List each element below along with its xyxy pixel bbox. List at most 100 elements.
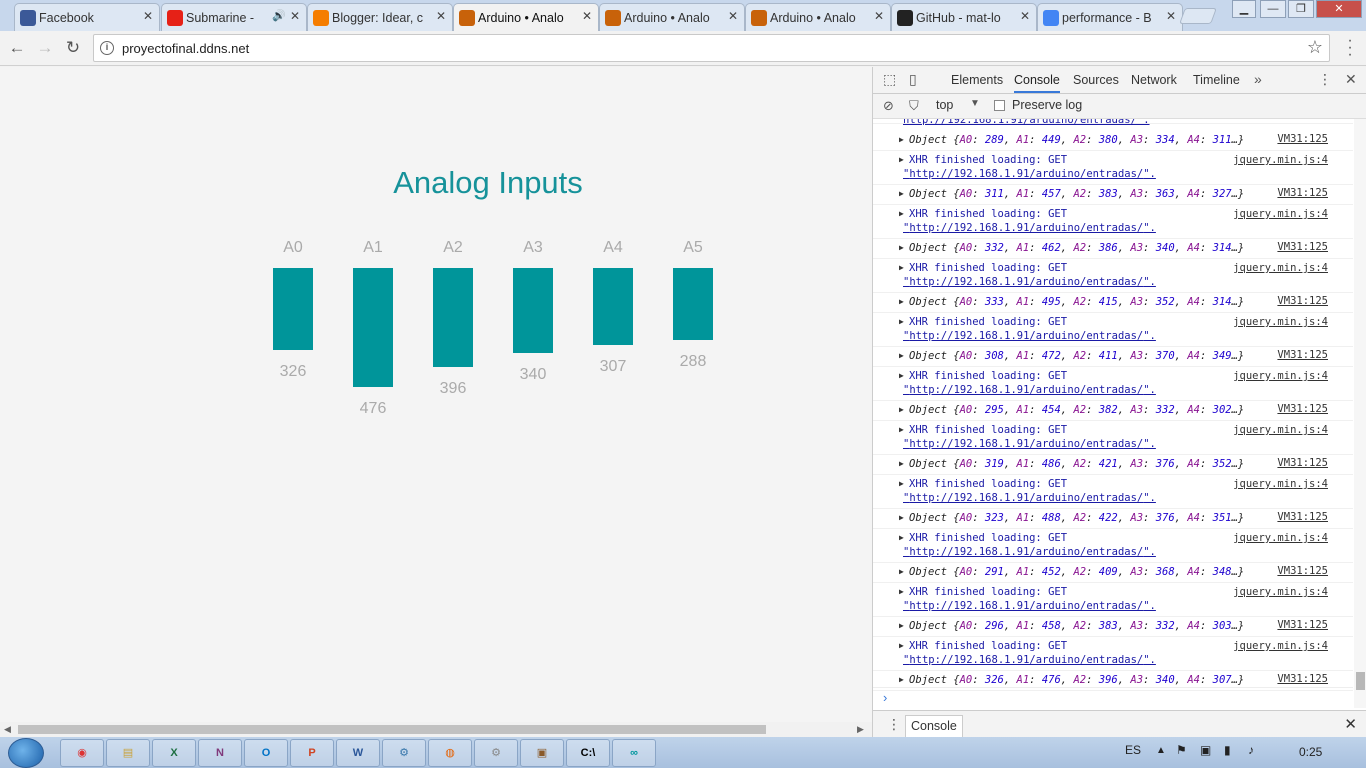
console-prompt[interactable]: › <box>873 687 1353 709</box>
start-button[interactable] <box>8 738 44 768</box>
console-source-link[interactable]: VM31:125 <box>1277 187 1328 199</box>
xhr-url-text[interactable]: http://192.168.1.91/arduino/entradas/ <box>909 330 1143 342</box>
browser-tab[interactable]: Arduino • Analo ✕ <box>453 3 599 31</box>
address-bar[interactable]: i proyectofinal.ddns.net ☆ <box>93 34 1330 62</box>
console-object-row[interactable]: ▶ Object {A0: 291, A1: 452, A2: 409, A3: … <box>873 563 1353 583</box>
xhr-url-text[interactable]: http://192.168.1.91/arduino/entradas/ <box>909 168 1143 180</box>
devtools-tab-elements[interactable]: Elements <box>951 73 1003 87</box>
console-source-link[interactable]: VM31:125 <box>1277 619 1328 631</box>
back-arrow-icon[interactable]: ← <box>6 37 28 59</box>
context-dropdown-icon[interactable]: ▼ <box>970 98 980 109</box>
xhr-url-text[interactable]: http://192.168.1.91/arduino/entradas/ <box>909 222 1143 234</box>
console-object-row[interactable]: ▶ Object {A0: 289, A1: 449, A2: 380, A3: … <box>873 131 1353 151</box>
expand-triangle-icon[interactable]: ▶ <box>899 425 904 434</box>
object-preview[interactable]: Object {A0: 291, A1: 452, A2: 409, A3: 3… <box>909 566 1244 578</box>
user-profile-button[interactable]: — <box>1260 0 1286 18</box>
chrome-icon[interactable]: ◉ <box>60 739 104 767</box>
console-source-link[interactable]: VM31:125 <box>1277 349 1328 361</box>
xhr-url-text[interactable]: http://192.168.1.91/arduino/entradas/ <box>909 438 1143 450</box>
console-source-link[interactable]: jquery.min.js:4 <box>1233 262 1328 274</box>
context-selector[interactable]: top <box>936 98 953 112</box>
expand-triangle-icon[interactable]: ▶ <box>899 405 904 414</box>
console-source-link[interactable]: jquery.min.js:4 <box>1233 586 1328 598</box>
object-preview[interactable]: Object {A0: 333, A1: 495, A2: 415, A3: 3… <box>909 296 1244 308</box>
powerpoint-icon[interactable]: P <box>290 739 334 767</box>
new-tab-button[interactable] <box>1179 8 1217 24</box>
expand-triangle-icon[interactable]: ▶ <box>899 243 904 252</box>
chrome-menu-icon[interactable]: · · · <box>1343 33 1357 63</box>
console-xhr-row[interactable]: ▶ XHR finished loading: GET jquery.min.js:… <box>873 151 1353 185</box>
xhr-url-link[interactable]: "http://192.168.1.91/arduino/entradas/". <box>903 600 1156 612</box>
console-source-link[interactable]: VM31:125 <box>1277 673 1328 685</box>
tab-close-icon[interactable]: ✕ <box>728 9 738 23</box>
xhr-url-link[interactable]: "http://192.168.1.91/arduino/entradas/". <box>903 168 1156 180</box>
horizontal-scrollbar[interactable]: ◀ ▶ <box>0 722 872 737</box>
console-source-link[interactable]: VM31:125 <box>1277 295 1328 307</box>
console-source-link[interactable]: VM31:125 <box>1277 403 1328 415</box>
python-icon[interactable]: ⚙ <box>382 739 426 767</box>
xhr-url-text[interactable]: http://192.168.1.91/arduino/entradas/ <box>909 492 1143 504</box>
console-object-row[interactable]: ▶ Object {A0: 296, A1: 458, A2: 383, A3: … <box>873 617 1353 637</box>
console-xhr-row[interactable]: ▶ XHR finished loading: GET jquery.min.js:… <box>873 637 1353 671</box>
minimize-window-button[interactable]: ▁ <box>1232 0 1256 18</box>
devtools-close-icon[interactable]: ✕ <box>1345 71 1357 88</box>
console-source-link[interactable]: jquery.min.js:4 <box>1233 640 1328 652</box>
outlook-icon[interactable]: O <box>244 739 288 767</box>
browser-tab[interactable]: Arduino • Analo ✕ <box>599 3 745 31</box>
expand-triangle-icon[interactable]: ▶ <box>899 189 904 198</box>
show-hidden-icons-icon[interactable]: ▲ <box>1156 745 1166 756</box>
explorer-icon[interactable]: ▤ <box>106 739 150 767</box>
console-xhr-row[interactable]: ▶ XHR finished loading: GET jquery.min.js:… <box>873 583 1353 617</box>
drawer-tab-console[interactable]: Console <box>905 715 963 737</box>
xhr-url-link[interactable]: "http://192.168.1.91/arduino/entradas/". <box>903 546 1156 558</box>
console-xhr-row[interactable]: ▶ XHR finished loading: GET jquery.min.js:… <box>873 475 1353 509</box>
expand-triangle-icon[interactable]: ▶ <box>899 263 904 272</box>
console-source-link[interactable]: VM31:125 <box>1277 133 1328 145</box>
bookmark-star-icon[interactable]: ☆ <box>1307 37 1323 58</box>
browser-tab[interactable]: Submarine - 🔊 ✕ <box>161 3 307 31</box>
expand-triangle-icon[interactable]: ▶ <box>899 587 904 596</box>
tab-close-icon[interactable]: ✕ <box>582 9 592 23</box>
expand-triangle-icon[interactable]: ▶ <box>899 675 904 684</box>
tab-close-icon[interactable]: ✕ <box>436 9 446 23</box>
xhr-url-link[interactable]: "http://192.168.1.91/arduino/entradas/". <box>903 276 1156 288</box>
word-icon[interactable]: W <box>336 739 380 767</box>
console-object-row[interactable]: ▶ Object {A0: 308, A1: 472, A2: 411, A3: … <box>873 347 1353 367</box>
object-preview[interactable]: Object {A0: 311, A1: 457, A2: 383, A3: 3… <box>909 188 1244 200</box>
console-source-link[interactable]: VM31:125 <box>1277 511 1328 523</box>
more-tabs-chevron-icon[interactable]: » <box>1254 71 1262 87</box>
drawer-close-icon[interactable]: ✕ <box>1344 715 1357 733</box>
scroll-left-arrow-icon[interactable]: ◀ <box>4 724 11 735</box>
xhr-url-link[interactable]: "http://192.168.1.91/arduino/entradas/". <box>903 492 1156 504</box>
console-object-row[interactable]: ▶ Object {A0: 323, A1: 488, A2: 422, A3: … <box>873 509 1353 529</box>
expand-triangle-icon[interactable]: ▶ <box>899 135 904 144</box>
console-source-link[interactable]: jquery.min.js:4 <box>1233 424 1328 436</box>
expand-triangle-icon[interactable]: ▶ <box>899 155 904 164</box>
devtools-tab-console[interactable]: Console <box>1014 73 1060 93</box>
console-source-link[interactable]: jquery.min.js:4 <box>1233 370 1328 382</box>
site-info-icon[interactable]: i <box>100 41 114 55</box>
browser-tab[interactable]: Facebook ✕ <box>14 3 160 31</box>
browser-tab[interactable]: Blogger: Idear, c ✕ <box>307 3 453 31</box>
clear-console-icon[interactable]: ⊘ <box>883 98 894 114</box>
devtools-tab-sources[interactable]: Sources <box>1073 73 1119 87</box>
console-xhr-row[interactable]: ▶ XHR finished loading: GET jquery.min.js:… <box>873 259 1353 293</box>
expand-triangle-icon[interactable]: ▶ <box>899 459 904 468</box>
taskbar-clock[interactable]: 0:25 <box>1299 745 1322 759</box>
onenote-icon[interactable]: N <box>198 739 242 767</box>
xhr-url-link[interactable]: "http://192.168.1.91/arduino/entradas/". <box>903 654 1156 666</box>
xhr-url-text[interactable]: http://192.168.1.91/arduino/entradas/ <box>909 546 1143 558</box>
excel-icon[interactable]: X <box>152 739 196 767</box>
object-preview[interactable]: Object {A0: 319, A1: 486, A2: 421, A3: 3… <box>909 458 1244 470</box>
tab-close-icon[interactable]: ✕ <box>143 9 153 23</box>
console-object-row[interactable]: ▶ Object {A0: 295, A1: 454, A2: 382, A3: … <box>873 401 1353 421</box>
speaker-icon[interactable]: 🔊 <box>272 9 286 22</box>
object-preview[interactable]: Object {A0: 332, A1: 462, A2: 386, A3: 3… <box>909 242 1244 254</box>
console-source-link[interactable]: jquery.min.js:4 <box>1233 208 1328 220</box>
inspect-element-icon[interactable]: ⬚ <box>883 71 896 88</box>
console-xhr-row[interactable]: ▶ XHR finished loading: GET jquery.min.js:… <box>873 205 1353 239</box>
expand-triangle-icon[interactable]: ▶ <box>899 209 904 218</box>
object-preview[interactable]: Object {A0: 289, A1: 449, A2: 380, A3: 3… <box>909 134 1244 146</box>
xhr-url-link[interactable]: "http://192.168.1.91/arduino/entradas/". <box>903 438 1156 450</box>
console-scrollbar-thumb[interactable] <box>1356 672 1365 690</box>
